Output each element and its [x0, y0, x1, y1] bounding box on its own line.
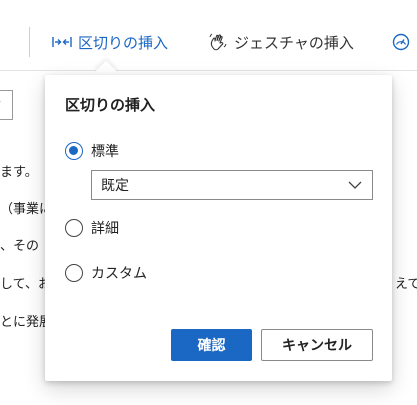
- radio-standard[interactable]: 標準: [65, 141, 119, 161]
- speed-button[interactable]: [392, 30, 416, 54]
- background-text-line: して、お: [0, 277, 51, 292]
- background-dropdown[interactable]: [0, 90, 13, 120]
- toolbar: 区切りの挿入 ジェスチャの挿入: [0, 0, 417, 71]
- popup-title: 区切りの挿入: [65, 96, 156, 114]
- chevron-down-icon: [0, 101, 1, 102]
- chevron-down-icon: [348, 181, 362, 189]
- radio-detail-label: 詳細: [91, 221, 119, 237]
- radio-custom-circle[interactable]: [65, 264, 83, 282]
- insert-gesture-label: ジェスチャの挿入: [234, 33, 354, 52]
- gauge-icon: [392, 33, 410, 51]
- radio-detail[interactable]: 詳細: [65, 218, 119, 238]
- hand-wave-icon: [208, 32, 228, 52]
- radio-standard-circle[interactable]: [65, 142, 83, 160]
- insert-break-label: 区切りの挿入: [78, 33, 169, 52]
- toolbar-separator: [29, 27, 30, 57]
- break-arrows-icon: [52, 36, 72, 48]
- background-text-line: ます。: [0, 165, 38, 180]
- insert-gesture-button[interactable]: ジェスチャの挿入: [208, 30, 354, 54]
- break-type-select-value: 既定: [101, 178, 129, 194]
- radio-custom[interactable]: カスタム: [65, 263, 147, 283]
- radio-custom-label: カスタム: [91, 266, 147, 282]
- radio-standard-label: 標準: [91, 144, 119, 160]
- radio-detail-circle[interactable]: [65, 219, 83, 237]
- insert-break-button[interactable]: 区切りの挿入: [52, 30, 168, 54]
- background-text-line: 、その: [0, 239, 40, 254]
- background-text-fragment: えて: [395, 277, 417, 292]
- break-type-select[interactable]: 既定: [91, 170, 373, 200]
- confirm-button[interactable]: 確認: [171, 329, 252, 361]
- cancel-button[interactable]: キャンセル: [261, 329, 373, 361]
- insert-break-popup: 区切りの挿入 標準 既定 詳細 カスタム 確認 キャンセル: [45, 75, 392, 381]
